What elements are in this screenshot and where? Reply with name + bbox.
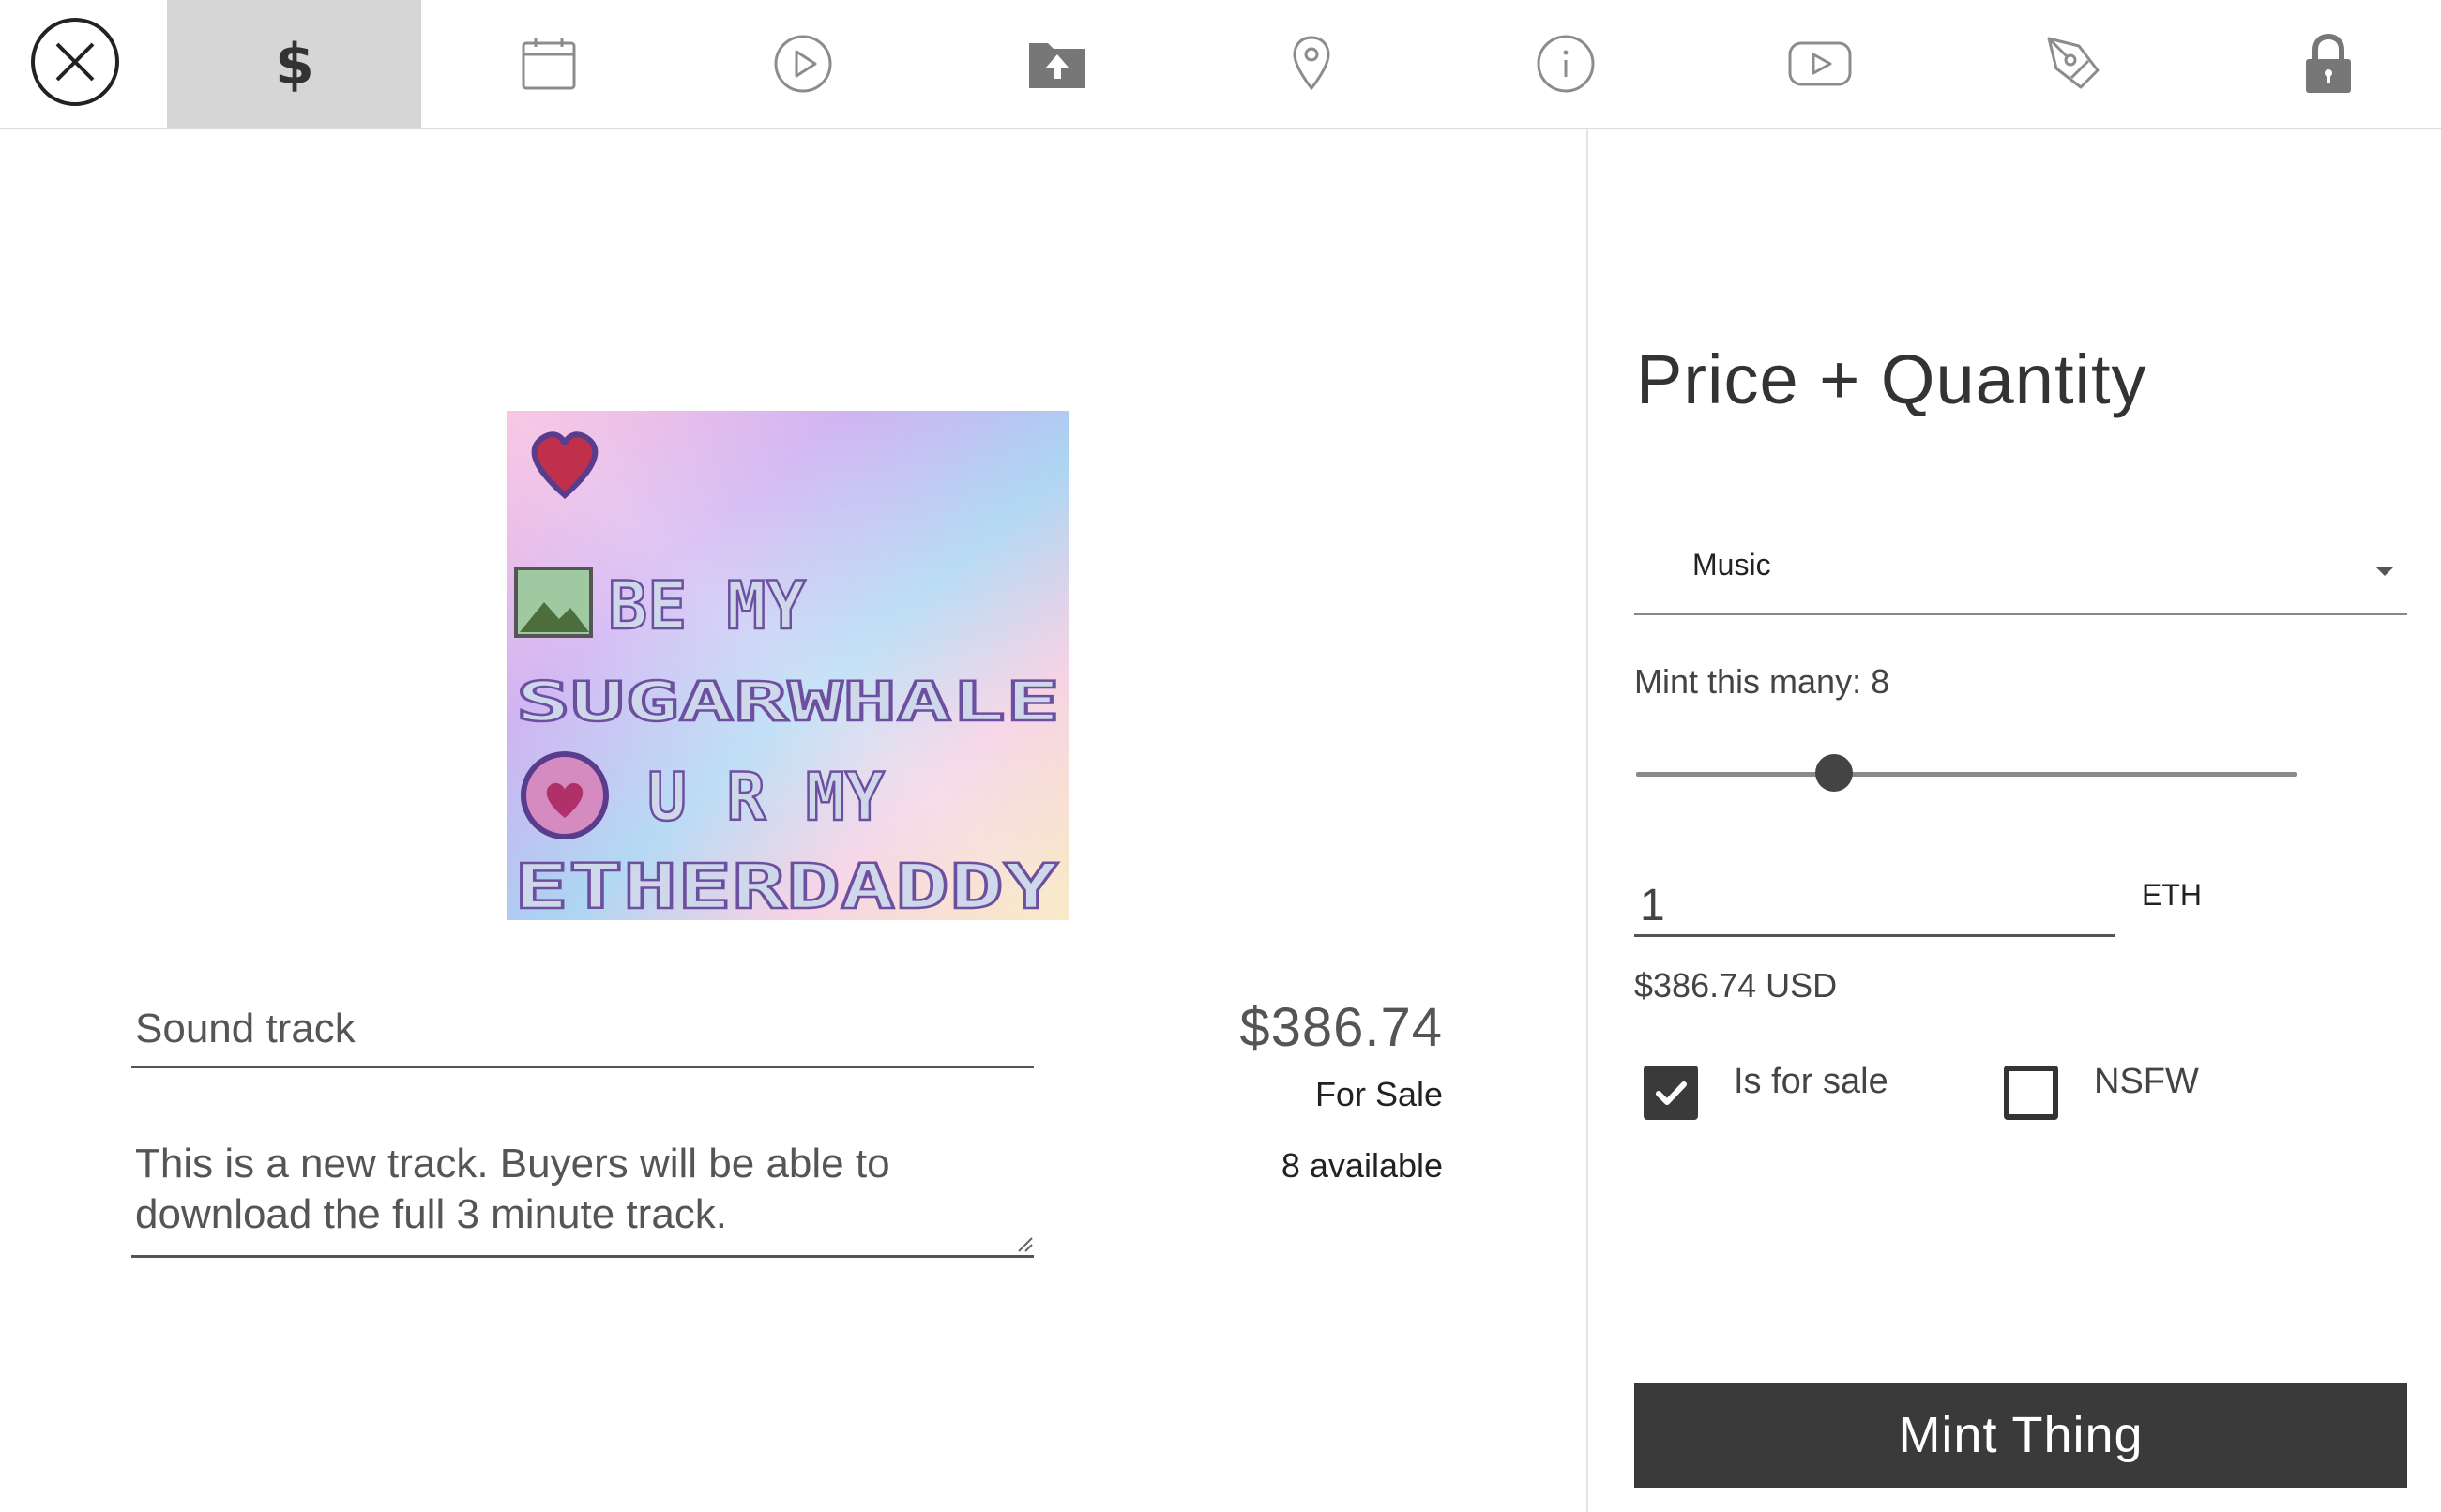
title-input-value: Sound track: [135, 1005, 356, 1051]
info-icon: [1537, 35, 1594, 93]
for-sale-checkbox[interactable]: [1644, 1066, 1698, 1120]
dropdown-arrow-icon: [2375, 567, 2394, 576]
image-icon: [514, 567, 593, 638]
artwork-line-3: U R MY: [647, 759, 885, 836]
play-circle-icon: [774, 35, 831, 93]
nsfw-checkbox[interactable]: [2004, 1066, 2058, 1120]
price-eth-value: 1: [1640, 881, 1665, 930]
location-pin-icon: [1292, 36, 1330, 91]
pen-tool-icon: [2047, 37, 2099, 89]
artwork-line-2: SUGARWHALE: [516, 670, 1060, 733]
tab-lock[interactable]: [2201, 0, 2441, 128]
price-unit-label: ETH: [2142, 878, 2202, 912]
heart-emoji-icon: [521, 751, 609, 839]
artwork-image: BE MY SUGARWHALE U R MY ETHERDADDY: [507, 411, 1069, 920]
checkmark-icon: [1656, 1081, 1687, 1105]
panel-title: Price + Quantity: [1636, 340, 2147, 418]
artwork-line-1: BE MY: [608, 567, 806, 644]
panel-divider: [1586, 129, 1588, 1512]
resize-handle-icon[interactable]: [1017, 1236, 1034, 1253]
description-textarea[interactable]: This is a new track. Buyers will be able…: [131, 1135, 1034, 1258]
svg-text:$: $: [275, 32, 314, 97]
top-toolbar: $: [0, 0, 2441, 129]
lock-icon: [2305, 33, 2351, 93]
category-selected-value: Music: [1692, 548, 1771, 582]
title-input[interactable]: Sound track: [131, 992, 1034, 1068]
tab-info[interactable]: [1438, 0, 1692, 128]
dollar-icon: $: [275, 32, 314, 97]
tab-location[interactable]: [1184, 0, 1438, 128]
tab-media[interactable]: [675, 0, 930, 128]
sale-status: For Sale: [1314, 1075, 1443, 1113]
price-eth-input[interactable]: 1: [1634, 869, 2115, 937]
category-select[interactable]: Music: [1634, 535, 2407, 615]
mint-quantity-slider[interactable]: [1636, 750, 2297, 797]
close-circle-icon: [31, 18, 119, 106]
folder-upload-icon: [1028, 43, 1085, 88]
nsfw-label: NSFW: [2094, 1062, 2199, 1101]
tab-design[interactable]: [1947, 0, 2201, 128]
slider-track[interactable]: [1636, 772, 2297, 777]
available-count: 8 available: [1281, 1146, 1443, 1185]
tab-upload[interactable]: [930, 0, 1184, 128]
tab-video[interactable]: [1692, 0, 1947, 128]
mint-thing-button[interactable]: Mint Thing: [1634, 1383, 2407, 1488]
mint-quantity-label: Mint this many: 8: [1634, 662, 1890, 701]
artwork-line-4: ETHERDADDY: [514, 851, 1058, 920]
tab-price[interactable]: $: [167, 0, 421, 128]
preview-price: $386.74: [1239, 997, 1443, 1058]
for-sale-label: Is for sale: [1734, 1062, 1888, 1101]
calendar-icon: [522, 38, 575, 90]
tab-date[interactable]: [421, 0, 675, 128]
slider-thumb[interactable]: [1815, 754, 1854, 792]
close-button[interactable]: [30, 17, 120, 107]
youtube-icon: [1788, 41, 1851, 86]
tab-bar: $: [167, 0, 2441, 128]
description-value: This is a new track. Buyers will be able…: [135, 1141, 890, 1237]
usd-conversion: $386.74 USD: [1634, 966, 1838, 1005]
